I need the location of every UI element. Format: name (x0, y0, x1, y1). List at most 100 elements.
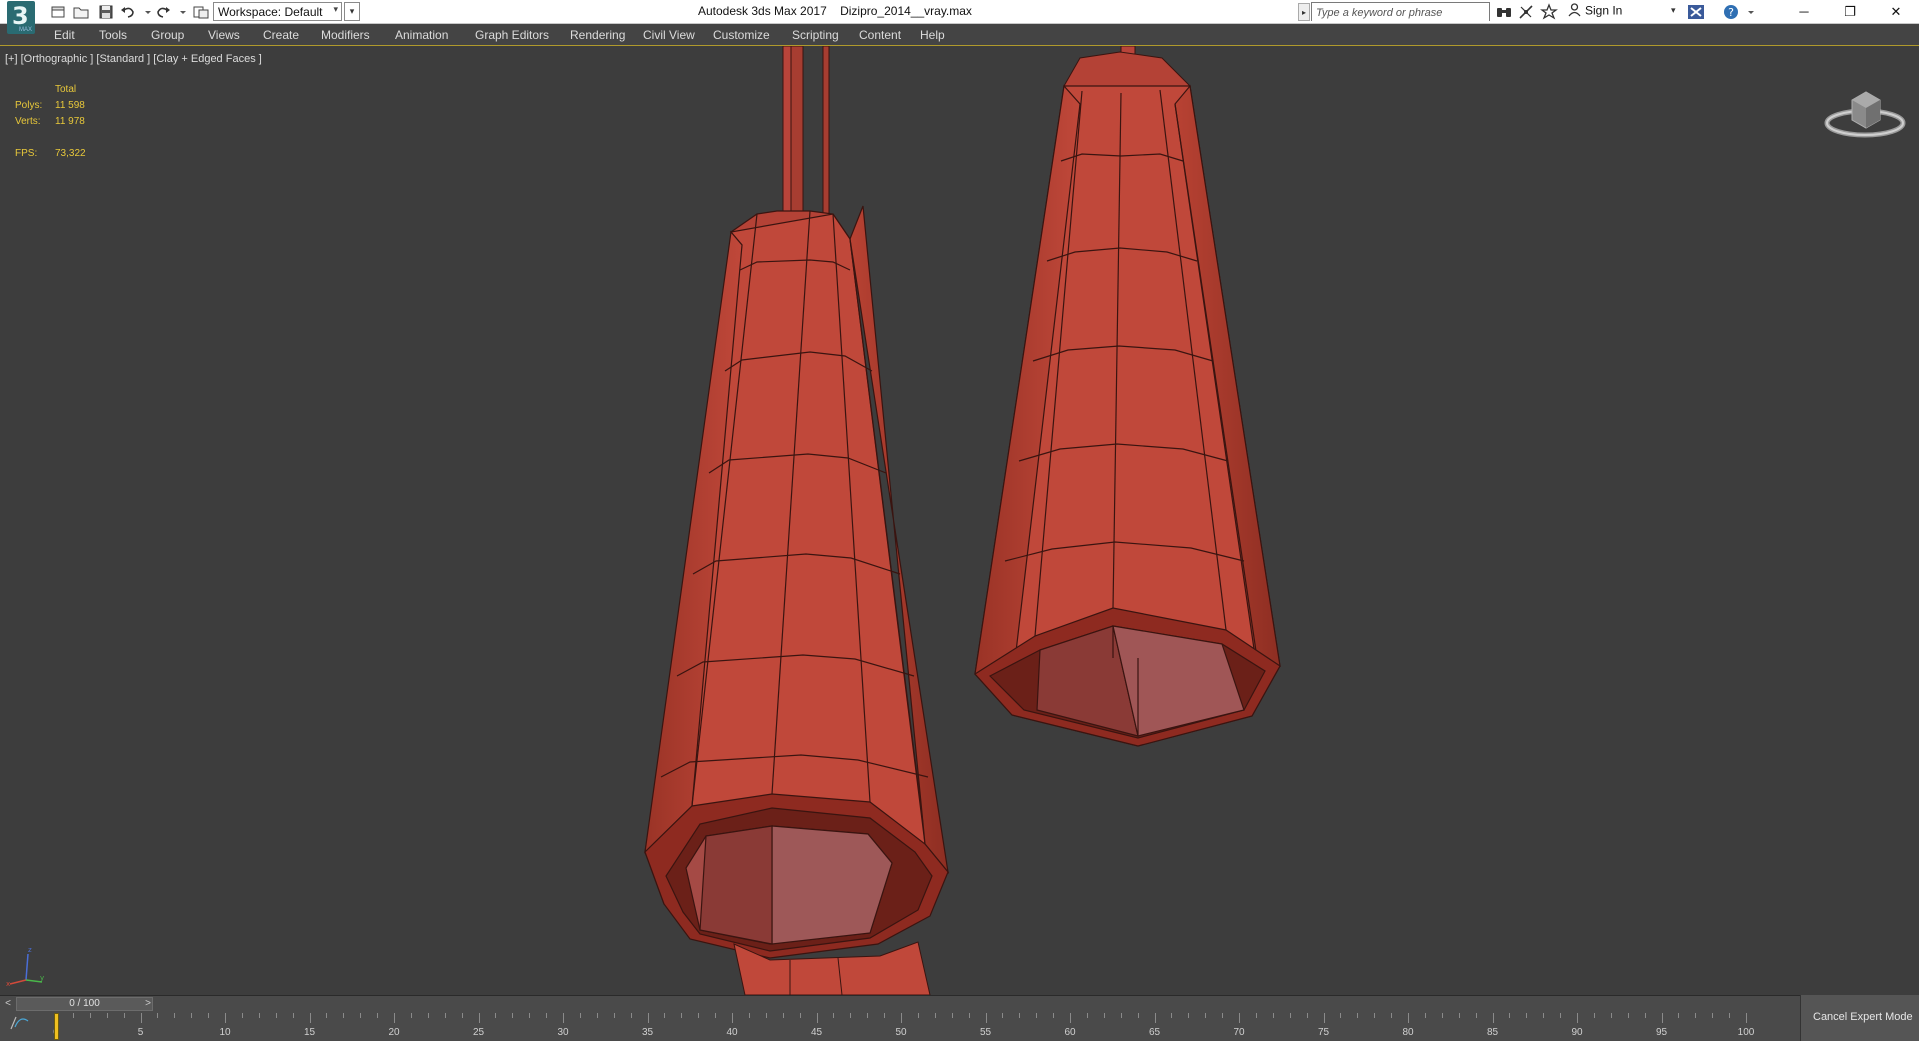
track-tick (1712, 1013, 1714, 1018)
menu-tools[interactable]: Tools (99, 28, 127, 42)
search-expand-icon[interactable]: ▸ (1298, 3, 1310, 21)
save-icon[interactable] (96, 2, 116, 22)
track-tick (1086, 1013, 1088, 1018)
track-tick (72, 1013, 74, 1018)
track-tick (1374, 1013, 1376, 1018)
track-tick (698, 1013, 700, 1018)
right-lamp-shade (974, 84, 1281, 747)
track-tick (89, 1013, 91, 1018)
undo-dropdown-icon[interactable] (138, 2, 151, 22)
track-tick-label: 75 (1317, 1027, 1330, 1038)
track-tick (1357, 1013, 1359, 1018)
track-tick-label: 35 (641, 1027, 654, 1038)
viewcube-icon[interactable] (1820, 76, 1910, 146)
menu-content[interactable]: Content (859, 28, 901, 42)
sign-in-button[interactable]: Sign In (1568, 3, 1622, 21)
track-tick (563, 1013, 564, 1023)
open-file-icon[interactable] (71, 2, 91, 22)
track-tick (377, 1013, 379, 1018)
track-tick (681, 1013, 683, 1018)
track-tick-label: 95 (1655, 1027, 1668, 1038)
time-slider-next-button[interactable]: > (142, 997, 154, 1011)
menu-animation[interactable]: Animation (395, 28, 448, 42)
close-button[interactable]: ✕ (1873, 0, 1919, 24)
cancel-expert-mode-button[interactable]: Cancel Expert Mode (1800, 995, 1919, 1041)
track-tick (1002, 1013, 1004, 1018)
track-tick (191, 1013, 193, 1018)
track-tick (985, 1013, 987, 1023)
menu-modifiers[interactable]: Modifiers (321, 28, 370, 42)
stats-verts-value: 11 978 (55, 116, 85, 127)
track-tick (748, 1013, 750, 1018)
stats-verts-label: Verts: (15, 116, 41, 127)
workspace-dropdown[interactable]: Workspace: Default ▾ (213, 2, 342, 21)
menu-help[interactable]: Help (920, 28, 945, 42)
left-lamp-cord (782, 46, 830, 217)
help-icon[interactable]: ? (1721, 2, 1741, 22)
stats-fps-label: FPS: (15, 148, 38, 159)
track-tick (1188, 1013, 1190, 1018)
track-tick (647, 1013, 649, 1023)
user-icon (1568, 3, 1581, 20)
current-frame-marker[interactable] (54, 1013, 59, 1040)
track-tick (174, 1013, 176, 1018)
track-tick (1526, 1013, 1528, 1018)
svg-text:x: x (6, 980, 10, 986)
track-tick (478, 1013, 480, 1023)
minimize-button[interactable]: ─ (1781, 0, 1827, 24)
menu-scripting[interactable]: Scripting (792, 28, 839, 42)
menu-group[interactable]: Group (151, 28, 184, 42)
menu-rendering[interactable]: Rendering (570, 28, 625, 42)
track-tick (1306, 1013, 1308, 1018)
track-tick (1255, 1013, 1257, 1018)
restore-button[interactable]: ❐ (1827, 0, 1873, 24)
track-tick (1137, 1013, 1139, 1018)
exchange-apps-icon[interactable] (1686, 2, 1706, 22)
search-input[interactable] (1312, 4, 1489, 22)
track-tick (326, 1013, 328, 1018)
track-tick (157, 1013, 159, 1018)
track-bar[interactable]: 0510152025303540455055606570758085909510… (0, 1011, 1800, 1041)
track-tick (1171, 1013, 1173, 1018)
binoculars-icon[interactable] (1494, 2, 1514, 22)
perspective-viewport[interactable]: [+] [Orthographic ] [Standard ] [Clay + … (0, 46, 1919, 995)
track-tick-label: 55 (979, 1027, 992, 1038)
help-dropdown-icon[interactable] (1741, 2, 1754, 22)
menu-civil-view[interactable]: Civil View (643, 28, 695, 42)
track-tick (309, 1013, 311, 1023)
quick-access-customize-icon[interactable]: ▾ (344, 2, 360, 21)
track-tick (1746, 1013, 1747, 1023)
undo-icon[interactable] (118, 2, 138, 22)
redo-icon[interactable] (153, 2, 173, 22)
track-tick (1053, 1013, 1055, 1018)
track-tick (1543, 1013, 1545, 1018)
communication-center-icon[interactable] (1516, 2, 1536, 22)
project-folder-icon[interactable] (191, 2, 211, 22)
track-ruler[interactable]: 0510152025303540455055606570758085909510… (53, 1013, 1754, 1041)
viewport-label-menu[interactable]: [+] [Orthographic ] [Standard ] [Clay + … (5, 53, 262, 65)
track-tick (140, 1013, 142, 1023)
app-logo-icon[interactable]: 3 MAX (7, 1, 37, 35)
app-window: 3 MAX Workspace: Default ▾ ▾ Autodesk 3d… (0, 0, 1919, 1041)
redo-dropdown-icon[interactable] (173, 2, 186, 22)
menu-graph-editors[interactable]: Graph Editors (475, 28, 549, 42)
new-file-icon[interactable] (48, 2, 68, 22)
sign-in-dropdown-icon[interactable]: ▾ (1671, 5, 1676, 16)
time-slider-prev-button[interactable]: < (2, 997, 14, 1011)
menu-customize[interactable]: Customize (713, 28, 770, 42)
track-tick (917, 1013, 919, 1018)
track-tick (884, 1013, 886, 1018)
track-tick (275, 1013, 277, 1018)
time-slider-thumb[interactable]: 0 / 100 (16, 997, 153, 1011)
menu-views[interactable]: Views (208, 28, 240, 42)
favorites-star-icon[interactable] (1539, 2, 1559, 22)
axis-tripod-icon: z x y (6, 936, 46, 988)
track-tick (343, 1013, 345, 1018)
svg-text:z: z (28, 946, 32, 954)
mini-curve-editor-icon[interactable] (8, 1013, 32, 1033)
svg-text:?: ? (1728, 6, 1734, 19)
menu-edit[interactable]: Edit (54, 28, 75, 42)
track-tick (596, 1013, 598, 1018)
track-tick (123, 1013, 125, 1018)
menu-create[interactable]: Create (263, 28, 299, 42)
